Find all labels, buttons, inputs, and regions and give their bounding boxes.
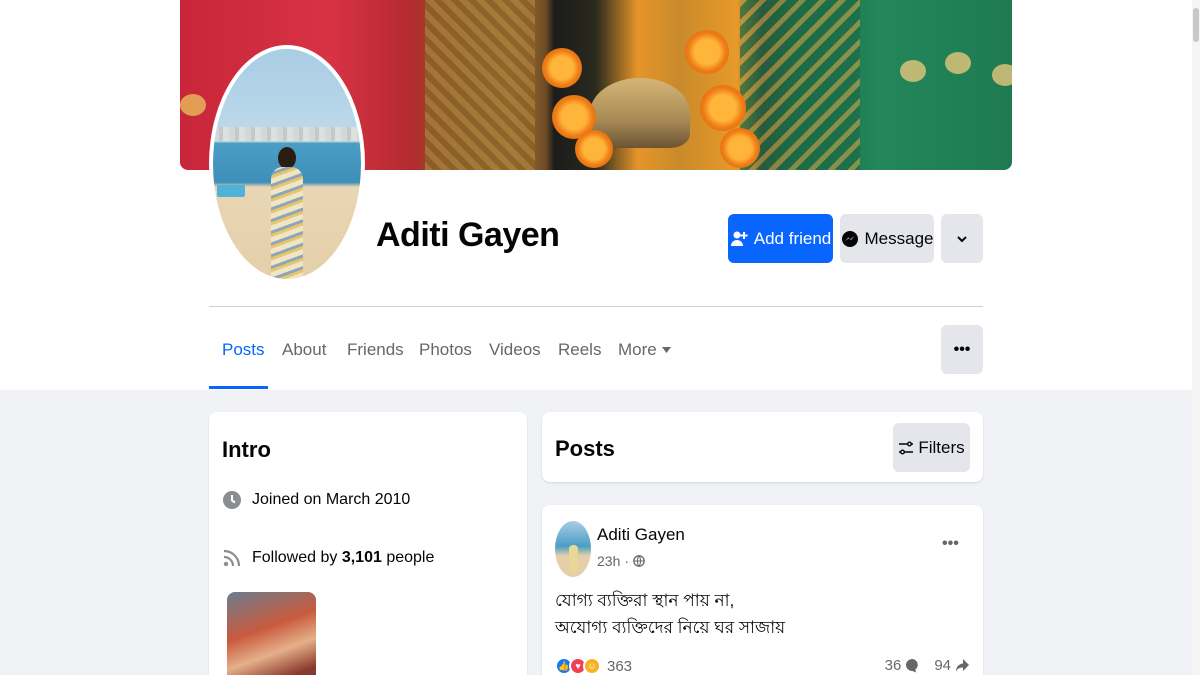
share-icon — [956, 659, 969, 672]
posts-header-card: Posts Filters — [542, 412, 983, 482]
header-divider — [209, 306, 983, 307]
comment-count-item[interactable]: 36 — [885, 657, 921, 674]
chevron-down-icon — [957, 235, 967, 242]
active-tab-indicator — [209, 386, 268, 389]
reaction-count: 363 — [607, 657, 633, 675]
posts-title: Posts — [555, 436, 615, 461]
followers-prefix: Followed by — [252, 549, 342, 566]
globe-icon — [633, 555, 645, 567]
avatar-city-skyline — [213, 127, 361, 141]
scrollbar[interactable] — [1192, 0, 1200, 675]
more-options-button[interactable] — [941, 214, 983, 263]
comment-count: 36 — [884, 657, 902, 674]
more-horizontal-icon: ••• — [953, 340, 971, 358]
avatar-person-dress — [271, 167, 303, 279]
avatar-person — [269, 147, 305, 279]
cover-marigold — [575, 130, 613, 168]
post-reactions[interactable]: 👍 ♥ ☺ 363 — [555, 657, 632, 675]
share-count-item[interactable]: 94 — [934, 657, 970, 674]
tab-reels[interactable]: Reels — [558, 340, 601, 360]
post-text-line: অযোগ্য ব্যক্তিদের নিয়ে ঘর সাজায় — [555, 618, 786, 637]
cover-motif — [945, 52, 971, 74]
tab-posts[interactable]: Posts — [222, 340, 265, 360]
add-friend-button[interactable]: Add friend — [728, 214, 833, 263]
filters-icon — [899, 441, 914, 454]
post-text: যোগ্য ব্যক্তিরা স্থান পায় না, অযোগ্য ব্… — [555, 587, 785, 641]
tab-friends[interactable]: Friends — [347, 340, 404, 360]
message-label: Message — [864, 228, 934, 248]
rss-icon — [223, 549, 241, 567]
messenger-icon — [841, 230, 858, 247]
cover-marigold — [542, 48, 582, 88]
post-engagement-counts: 36 94 — [885, 657, 970, 674]
cover-marigold — [685, 30, 729, 74]
comment-icon — [906, 659, 919, 673]
intro-featured-photo[interactable] — [227, 592, 316, 675]
filters-button[interactable]: Filters — [893, 423, 970, 472]
tab-about[interactable]: About — [282, 340, 326, 360]
profile-name: Aditi Gayen — [376, 216, 560, 254]
cover-motif — [992, 64, 1012, 86]
tab-overflow-button[interactable]: ••• — [941, 325, 983, 374]
share-count: 94 — [934, 657, 951, 674]
care-reaction-icon: ☺ — [583, 657, 601, 675]
post-meta-separator: · — [624, 553, 630, 569]
post-author-name[interactable]: Aditi Gayen — [597, 525, 685, 545]
tab-more[interactable]: More — [618, 340, 671, 360]
scrollbar-thumb[interactable] — [1193, 8, 1199, 42]
tab-videos[interactable]: Videos — [489, 340, 541, 360]
post-meta: 23h · — [597, 553, 645, 569]
intro-title: Intro — [222, 437, 271, 462]
intro-card: Intro Joined on March 2010 Followed by 3… — [209, 412, 527, 675]
intro-followers-row[interactable]: Followed by 3,101 people — [222, 548, 434, 568]
cover-fabric-stripe — [425, 0, 535, 170]
post-text-line: যোগ্য ব্যক্তিরা স্থান পায় না, — [555, 591, 735, 610]
caret-down-icon — [661, 347, 671, 353]
avatar[interactable] — [213, 49, 361, 279]
cover-marigold — [720, 128, 760, 168]
tab-photos[interactable]: Photos — [419, 340, 472, 360]
post-avatar-person — [569, 545, 578, 573]
avatar-person-head — [278, 147, 296, 169]
message-button[interactable]: Message — [840, 214, 934, 263]
post-author-avatar[interactable] — [555, 521, 591, 577]
intro-followers-text: Followed by 3,101 people — [252, 549, 434, 567]
followers-suffix: people — [381, 549, 435, 566]
cover-marigold — [700, 85, 746, 131]
tab-more-label: More — [618, 340, 657, 359]
post-timestamp[interactable]: 23h — [597, 553, 620, 569]
add-friend-icon — [730, 231, 748, 246]
add-friend-label: Add friend — [753, 228, 832, 248]
intro-joined-text: Joined on March 2010 — [252, 491, 411, 508]
avatar-beach-chairs — [217, 185, 245, 197]
intro-joined-row: Joined on March 2010 — [222, 490, 410, 510]
post-card: Aditi Gayen 23h · ••• যোগ্য ব্যক্তিরা স্… — [542, 505, 983, 675]
followers-count[interactable]: 3,101 — [342, 549, 382, 566]
filters-label: Filters — [918, 437, 965, 457]
clock-icon — [223, 491, 241, 509]
cover-motif — [900, 60, 926, 82]
post-options-button[interactable]: ••• — [942, 535, 959, 553]
cover-motif — [180, 94, 206, 116]
